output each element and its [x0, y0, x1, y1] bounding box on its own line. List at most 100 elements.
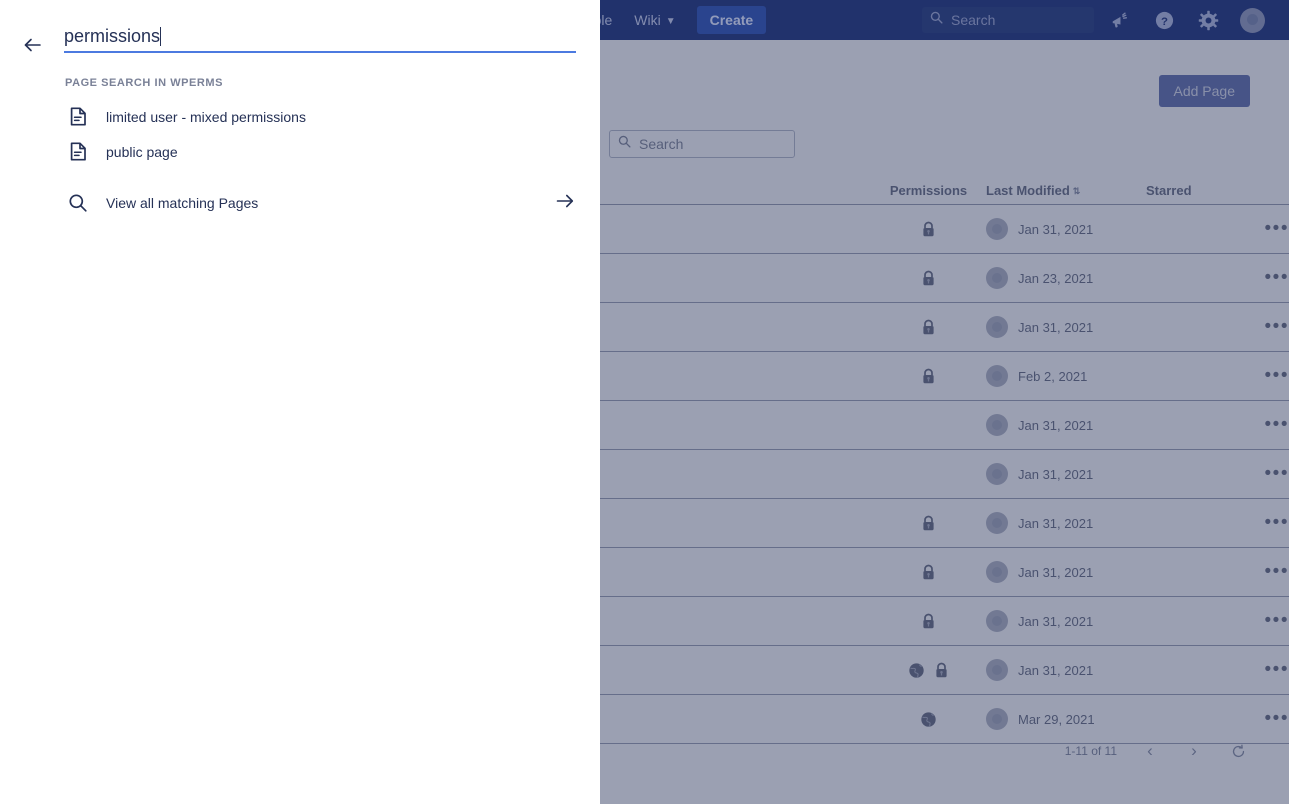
nav-item-wiki[interactable]: Wiki ▼ [623, 0, 686, 40]
permissions-cell [871, 564, 986, 581]
last-modified-date: Jan 31, 2021 [1018, 417, 1094, 433]
search-result-item[interactable]: limited user - mixed permissions [0, 99, 600, 134]
view-all-matching-pages-button[interactable]: View all matching Pages [0, 186, 600, 220]
last-modified-cell: Mar 29, 2021 [986, 708, 1146, 730]
last-modified-date: Jan 31, 2021 [1018, 466, 1094, 482]
row-more-actions-button[interactable]: ••• [1265, 317, 1289, 336]
search-results-list: limited user - mixed permissions public p… [0, 99, 600, 169]
row-actions-cell: ••• [1246, 317, 1289, 336]
last-modified-date: Jan 23, 2021 [1018, 270, 1094, 286]
lock-icon [921, 515, 936, 532]
row-actions-cell: ••• [1246, 219, 1289, 238]
last-modified-date: Mar 29, 2021 [1018, 711, 1095, 727]
global-search-input[interactable]: Search [922, 7, 1094, 33]
lock-icon [923, 221, 934, 236]
page-search-input[interactable]: Search [609, 130, 795, 158]
help-icon[interactable]: ? [1152, 8, 1176, 32]
lock-icon [921, 221, 936, 238]
pagination-count: 1-11 of 11 [1064, 744, 1117, 758]
lock-icon [921, 270, 936, 287]
avatar-head [992, 272, 1002, 283]
avatar [986, 561, 1008, 583]
refresh-icon[interactable] [1227, 740, 1249, 762]
add-page-button[interactable]: Add Page [1158, 75, 1250, 107]
lock-icon [923, 613, 934, 628]
permissions-cell [871, 662, 986, 679]
permissions-cell [871, 515, 986, 532]
row-more-actions-button[interactable]: ••• [1265, 709, 1289, 728]
pagination-next-button[interactable]: › [1183, 740, 1205, 762]
column-header-starred: Starred [1146, 183, 1192, 198]
drawer-search-value: permissions [64, 26, 161, 46]
globe-icon [909, 662, 924, 678]
permissions-cell [871, 221, 986, 238]
avatar [986, 267, 1008, 289]
last-modified-cell: Jan 31, 2021 [986, 659, 1146, 681]
arrow-right-icon [554, 190, 576, 217]
row-actions-cell: ••• [1246, 268, 1289, 287]
last-modified-date: Feb 2, 2021 [1018, 368, 1088, 384]
avatar [986, 659, 1008, 681]
drawer-search-input[interactable]: permissions [64, 26, 576, 53]
last-modified-cell: Jan 31, 2021 [986, 610, 1146, 632]
row-more-actions-button[interactable]: ••• [1265, 366, 1289, 385]
nav-item-wiki-label: Wiki [634, 12, 661, 28]
lock-icon [921, 564, 936, 581]
pagination-prev-button[interactable]: ‹ [1139, 740, 1161, 762]
permissions-cell [871, 270, 986, 287]
avatar [986, 610, 1008, 632]
row-actions-cell: ••• [1246, 366, 1289, 385]
lock-icon [921, 319, 936, 336]
row-actions-cell: ••• [1246, 464, 1289, 483]
row-more-actions-button[interactable]: ••• [1265, 219, 1289, 238]
row-more-actions-button[interactable]: ••• [1265, 464, 1289, 483]
globe-icon [908, 662, 925, 679]
page-icon [68, 107, 88, 126]
search-drawer-header: permissions [0, 0, 600, 62]
permissions-cell [871, 711, 986, 728]
lock-icon [936, 662, 947, 677]
last-modified-date: Jan 31, 2021 [1018, 221, 1094, 237]
row-more-actions-button[interactable]: ••• [1265, 513, 1289, 532]
avatar-head [992, 664, 1002, 675]
lock-icon [921, 368, 936, 385]
row-more-actions-button[interactable]: ••• [1265, 415, 1289, 434]
last-modified-date: Jan 31, 2021 [1018, 319, 1094, 335]
lock-icon [923, 270, 934, 285]
avatar [986, 414, 1008, 436]
avatar [986, 365, 1008, 387]
search-result-item[interactable]: public page [0, 134, 600, 169]
gear-icon[interactable] [1196, 8, 1220, 32]
global-search-placeholder: Search [951, 12, 996, 28]
avatar-head [1247, 13, 1258, 25]
avatar-head [992, 419, 1002, 430]
column-header-last-modified[interactable]: Last Modified ⇅ [986, 183, 1146, 198]
lock-icon [921, 613, 936, 630]
create-button[interactable]: Create [696, 6, 767, 34]
megaphone-icon[interactable] [1108, 8, 1132, 32]
back-arrow-icon[interactable] [21, 33, 45, 57]
avatar-head [992, 370, 1002, 381]
sort-indicator-icon: ⇅ [1072, 186, 1081, 196]
row-actions-cell: ••• [1246, 611, 1289, 630]
avatar[interactable] [1240, 7, 1265, 33]
last-modified-cell: Jan 31, 2021 [986, 463, 1146, 485]
avatar-head [992, 468, 1002, 479]
row-more-actions-button[interactable]: ••• [1265, 562, 1289, 581]
permissions-cell [871, 368, 986, 385]
navbar-icon-group: ? [1108, 0, 1265, 40]
column-header-permissions: Permissions [889, 183, 968, 198]
avatar-head [992, 517, 1002, 528]
avatar [986, 316, 1008, 338]
search-drawer: permissions PAGE SEARCH IN WPERMS limite… [0, 0, 600, 804]
row-more-actions-button[interactable]: ••• [1265, 660, 1289, 679]
avatar [986, 218, 1008, 240]
row-more-actions-button[interactable]: ••• [1265, 268, 1289, 287]
chevron-down-icon: ▼ [665, 16, 676, 27]
globe-icon [920, 711, 937, 728]
last-modified-cell: Jan 31, 2021 [986, 414, 1146, 436]
row-more-actions-button[interactable]: ••• [1265, 611, 1289, 630]
avatar-head [992, 566, 1002, 577]
last-modified-cell: Jan 31, 2021 [986, 316, 1146, 338]
results-section-label: PAGE SEARCH IN WPERMS [65, 77, 224, 89]
